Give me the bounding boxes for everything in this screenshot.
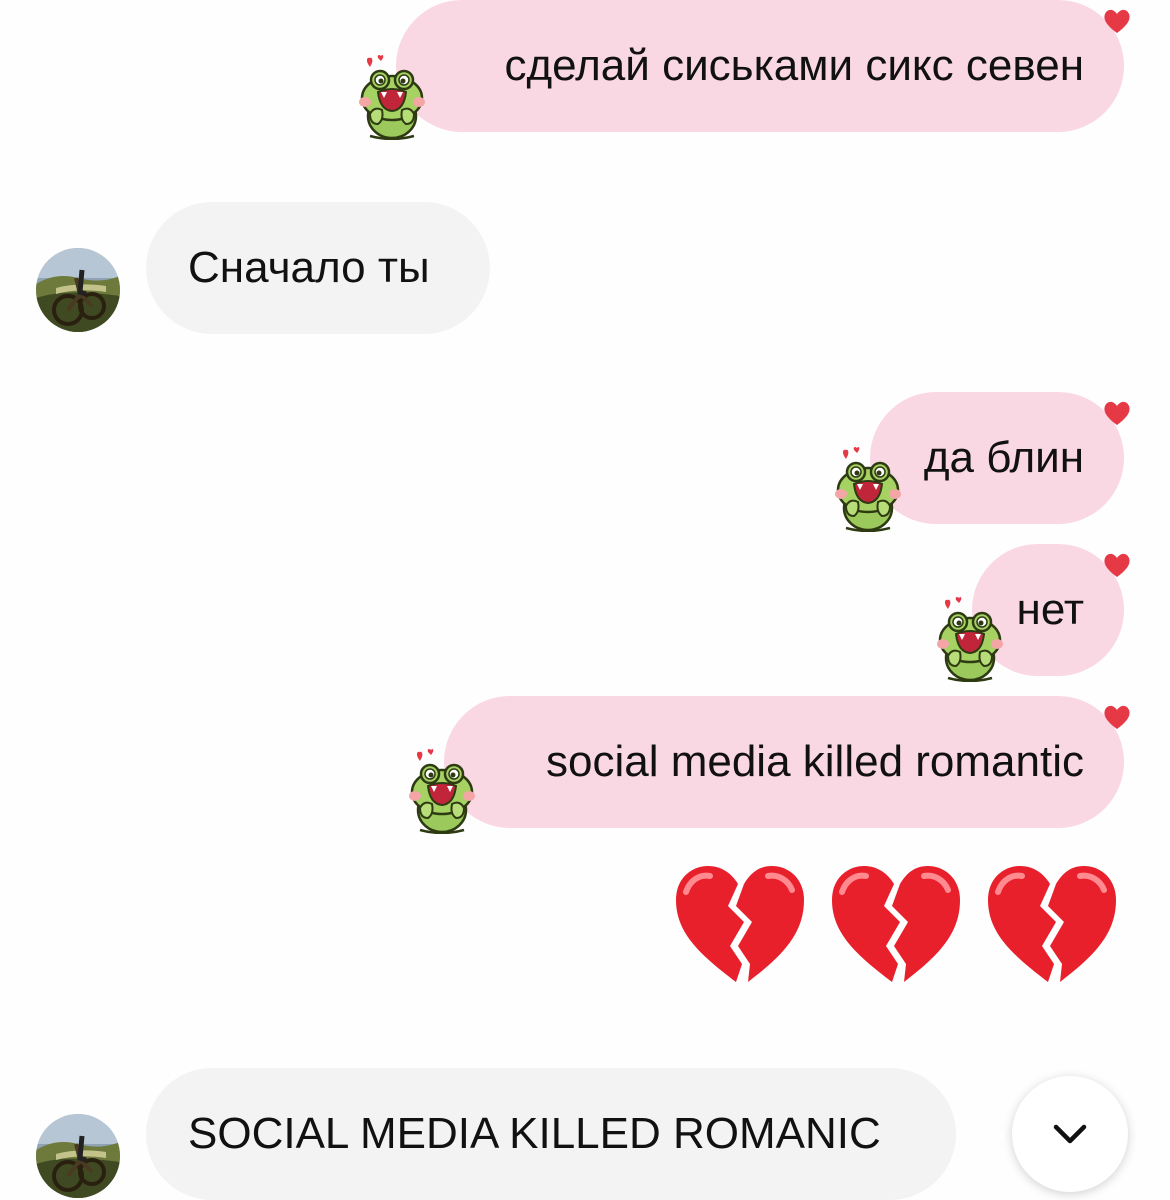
red-heart-icon: [1102, 398, 1132, 428]
message-text: social media killed romantic: [546, 737, 1084, 786]
message-text: Сначало ты: [188, 243, 430, 292]
message-bubble-outgoing[interactable]: да блин: [870, 392, 1124, 524]
broken-heart-icon: [984, 862, 1120, 986]
message-bubble-outgoing[interactable]: social media killed romantic: [444, 696, 1124, 828]
broken-heart-icon: [672, 862, 808, 986]
red-heart-icon: [1102, 702, 1132, 732]
bike-avatar-icon[interactable]: [36, 248, 120, 332]
message-bubble-incoming[interactable]: SOCIAL MEDIA KILLED ROMANIC: [146, 1068, 956, 1200]
red-heart-icon: [1102, 6, 1132, 36]
message-text: SOCIAL MEDIA KILLED ROMANIC: [188, 1109, 881, 1158]
scroll-to-bottom-button[interactable]: [1012, 1076, 1128, 1192]
red-heart-icon: [1102, 550, 1132, 580]
message-text: нет: [1016, 585, 1084, 634]
message-text: да блин: [923, 433, 1084, 482]
message-bubble-outgoing[interactable]: сделай сиськами сикс севен: [396, 0, 1124, 132]
chevron-down-icon: [1053, 1124, 1087, 1144]
frog-sticker-icon: [356, 54, 426, 140]
message-text: сделай сиськами сикс севен: [504, 41, 1084, 90]
frog-sticker-icon: [832, 446, 902, 532]
frog-sticker-icon: [406, 748, 476, 834]
frog-sticker-icon: [934, 596, 1004, 682]
message-bubble-incoming[interactable]: Сначало ты: [146, 202, 490, 334]
bike-avatar-icon[interactable]: [36, 1114, 120, 1198]
broken-heart-icon: [828, 862, 964, 986]
emoji-message[interactable]: [670, 860, 1120, 988]
